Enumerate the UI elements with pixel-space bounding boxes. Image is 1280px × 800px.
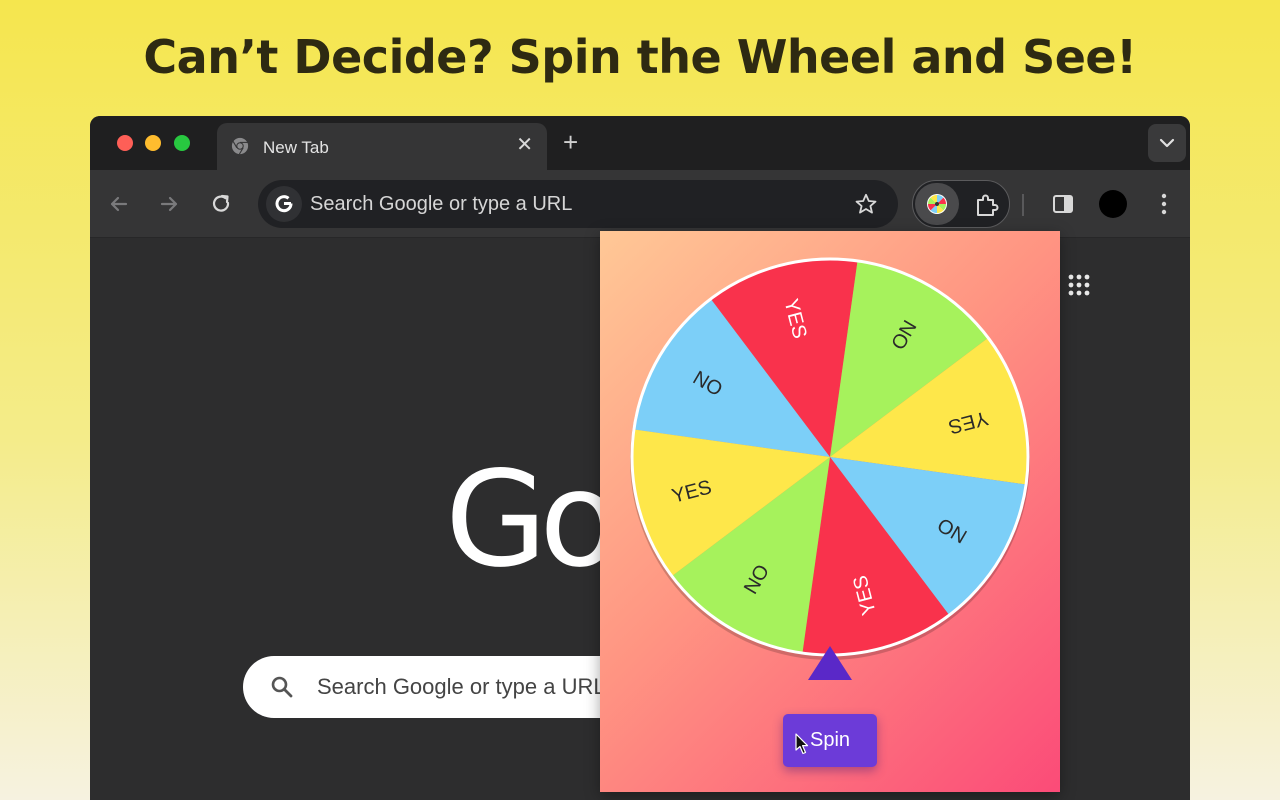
- profile-avatar[interactable]: [1099, 190, 1127, 218]
- wheel-pointer: [808, 646, 852, 680]
- new-tab-button[interactable]: +: [563, 129, 578, 155]
- menu-kebab-icon[interactable]: [1156, 190, 1172, 218]
- browser-toolbar: Search Google or type a URL: [90, 170, 1190, 238]
- spin-wheel-popup: NO YES NO YES NO YES NO YES Spin: [600, 231, 1060, 792]
- minimize-window-button[interactable]: [145, 135, 161, 151]
- reload-icon[interactable]: [208, 191, 234, 217]
- forward-arrow-icon[interactable]: [156, 191, 182, 217]
- maximize-window-button[interactable]: [174, 135, 190, 151]
- decision-wheel: NOYES NOYESNOYESNOYES: [630, 257, 1030, 660]
- tab-search-button[interactable]: [1148, 124, 1186, 162]
- wheel-extension-button[interactable]: [915, 183, 959, 225]
- extensions-puzzle-icon[interactable]: [973, 192, 999, 218]
- omnibox[interactable]: Search Google or type a URL: [258, 180, 898, 228]
- mouse-cursor-icon: [795, 733, 809, 755]
- side-panel-icon[interactable]: [1051, 192, 1075, 216]
- toolbar-divider: [1022, 194, 1024, 216]
- back-arrow-icon[interactable]: [106, 191, 132, 217]
- wheel-extension-icon: [927, 194, 947, 214]
- search-icon: [271, 676, 293, 698]
- google-logo: Go: [445, 443, 620, 597]
- extensions-area: [912, 180, 1010, 228]
- tab-new-tab[interactable]: New Tab ✕: [217, 123, 547, 170]
- google-apps-icon[interactable]: [1067, 273, 1091, 297]
- ntp-search-placeholder: Search Google or type a URL: [317, 674, 606, 699]
- google-g-icon: [266, 186, 302, 222]
- tab-close-icon[interactable]: ✕: [516, 134, 533, 156]
- chevron-down-icon: [1159, 138, 1175, 148]
- tab-strip: New Tab ✕ +: [90, 116, 1190, 170]
- page-headline: Can’t Decide? Spin the Wheel and See!: [143, 30, 1137, 84]
- tab-title: New Tab: [263, 138, 329, 157]
- close-window-button[interactable]: [117, 135, 133, 151]
- chrome-icon: [231, 137, 249, 155]
- bookmark-star-icon[interactable]: [854, 192, 878, 216]
- omnibox-placeholder: Search Google or type a URL: [310, 193, 573, 215]
